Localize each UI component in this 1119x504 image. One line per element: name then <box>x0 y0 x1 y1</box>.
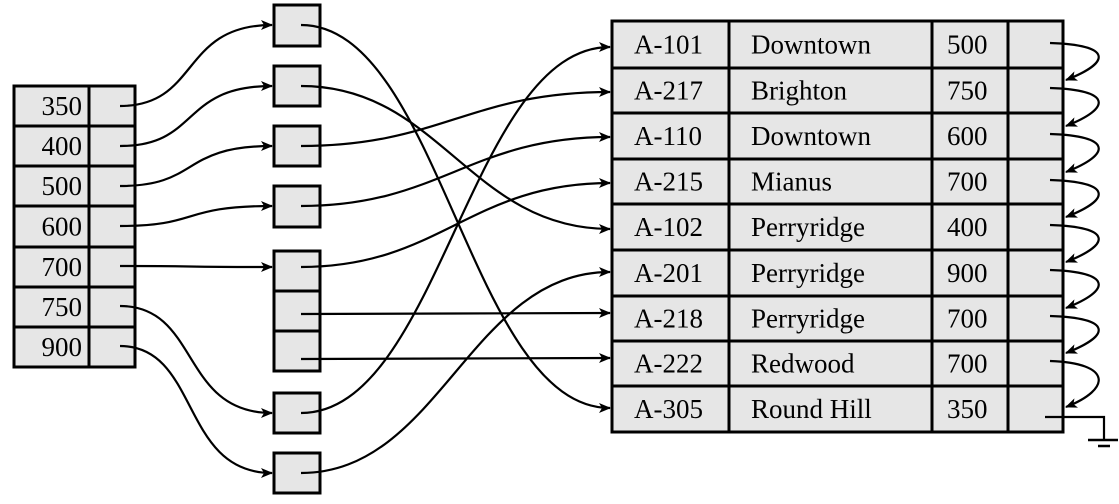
index-to-bucket-arrow <box>119 20 273 108</box>
balance-value: 500 <box>947 30 988 60</box>
index-table: 350 400 500 600 700 750 900 <box>12 84 137 369</box>
branch-value: Downtown <box>751 30 871 60</box>
index-entry: 400 <box>12 124 137 168</box>
bucket-to-record-arrow <box>300 267 611 475</box>
index-entry: 700 <box>12 245 137 289</box>
branch-value: Downtown <box>751 121 871 151</box>
relation-row: A-102 Perryridge 400 <box>610 202 1065 252</box>
index-to-bucket-arrow <box>119 81 273 148</box>
balance-value: 700 <box>947 167 988 197</box>
balance-value: 400 <box>947 212 988 242</box>
relation-row: A-217 Brighton 750 <box>610 66 1065 115</box>
next-pointer-cell <box>1006 19 1065 70</box>
balance-value: 600 <box>947 121 988 151</box>
bucket-cell <box>272 289 322 333</box>
next-pointer-cell <box>1006 66 1065 115</box>
next-pointer-cell <box>1006 202 1065 252</box>
account-value: A-101 <box>634 30 703 60</box>
bucket-to-record-arrow <box>300 87 611 148</box>
index-entry: 500 <box>12 164 137 208</box>
account-value: A-222 <box>634 349 703 379</box>
relation-row: A-110 Downtown 600 <box>610 111 1065 161</box>
bucket-to-record-arrow <box>300 84 611 234</box>
relation-row: A-101 Downtown 500 <box>610 19 1065 70</box>
next-pointer-cell <box>1006 294 1065 343</box>
relation-row: A-218 Perryridge 700 <box>610 294 1065 343</box>
balance-value: 350 <box>947 394 988 424</box>
balance-value: 900 <box>947 258 988 288</box>
branch-value: Brighton <box>751 76 848 106</box>
next-pointer-cell <box>1006 248 1065 298</box>
relation-row: A-215 Mianus 700 <box>610 157 1065 206</box>
account-value: A-305 <box>634 394 703 424</box>
index-to-bucket-arrow <box>119 141 273 188</box>
account-value: A-102 <box>634 212 703 242</box>
account-value: A-110 <box>634 121 702 151</box>
branch-value: Redwood <box>751 349 855 379</box>
index-to-bucket-arrow <box>119 201 273 228</box>
balance-value: 700 <box>947 304 988 334</box>
index-entry: 350 <box>12 84 137 128</box>
bucket-to-record-arrow <box>300 23 611 413</box>
next-pointer-cell <box>1006 111 1065 161</box>
bucket-cell <box>272 329 322 373</box>
index-key: 900 <box>42 332 83 362</box>
index-to-bucket-arrow <box>119 261 273 272</box>
branch-value: Round Hill <box>751 394 872 424</box>
bucket-cell <box>272 249 322 293</box>
balance-value: 750 <box>947 76 988 106</box>
relation-row: A-305 Round Hill 350 <box>610 384 1065 434</box>
index-to-bucket-arrow <box>119 304 273 418</box>
index-key: 700 <box>42 252 83 282</box>
next-pointer-cell <box>1006 157 1065 206</box>
branch-value: Perryridge <box>751 212 865 242</box>
index-key: 600 <box>42 212 83 242</box>
account-value: A-201 <box>634 258 703 288</box>
branch-value: Mianus <box>751 167 832 197</box>
secondary-index-diagram: 350400500600700750900 A-101 Downtown 500A-… <box>12 3 1118 495</box>
index-key: 400 <box>42 131 83 161</box>
index-key: 350 <box>42 91 83 121</box>
relation-table: A-101 Downtown 500 A-217 Brighton 750 A-110 Dow… <box>610 19 1065 434</box>
next-pointer-cell <box>1006 384 1065 434</box>
index-key: 750 <box>42 292 83 322</box>
index-key: 500 <box>42 171 83 201</box>
bucket-to-record-arrow <box>300 353 611 364</box>
balance-value: 700 <box>947 349 988 379</box>
bucket-to-record-arrow <box>300 178 611 269</box>
next-pointer-cell <box>1006 339 1065 388</box>
bucket-column <box>272 3 322 495</box>
branch-value: Perryridge <box>751 304 865 334</box>
account-value: A-218 <box>634 304 703 334</box>
account-value: A-217 <box>634 76 703 106</box>
ground-null-icon <box>1088 438 1118 448</box>
bucket-to-record-arrow <box>300 308 611 319</box>
branch-value: Perryridge <box>751 258 865 288</box>
relation-row: A-201 Perryridge 900 <box>610 248 1065 298</box>
relation-row: A-222 Redwood 700 <box>610 339 1065 388</box>
index-entry: 750 <box>12 285 137 329</box>
index-entry: 900 <box>12 325 137 369</box>
account-value: A-215 <box>634 167 703 197</box>
index-entry: 600 <box>12 204 137 249</box>
bucket-to-record-arrow <box>300 132 611 208</box>
